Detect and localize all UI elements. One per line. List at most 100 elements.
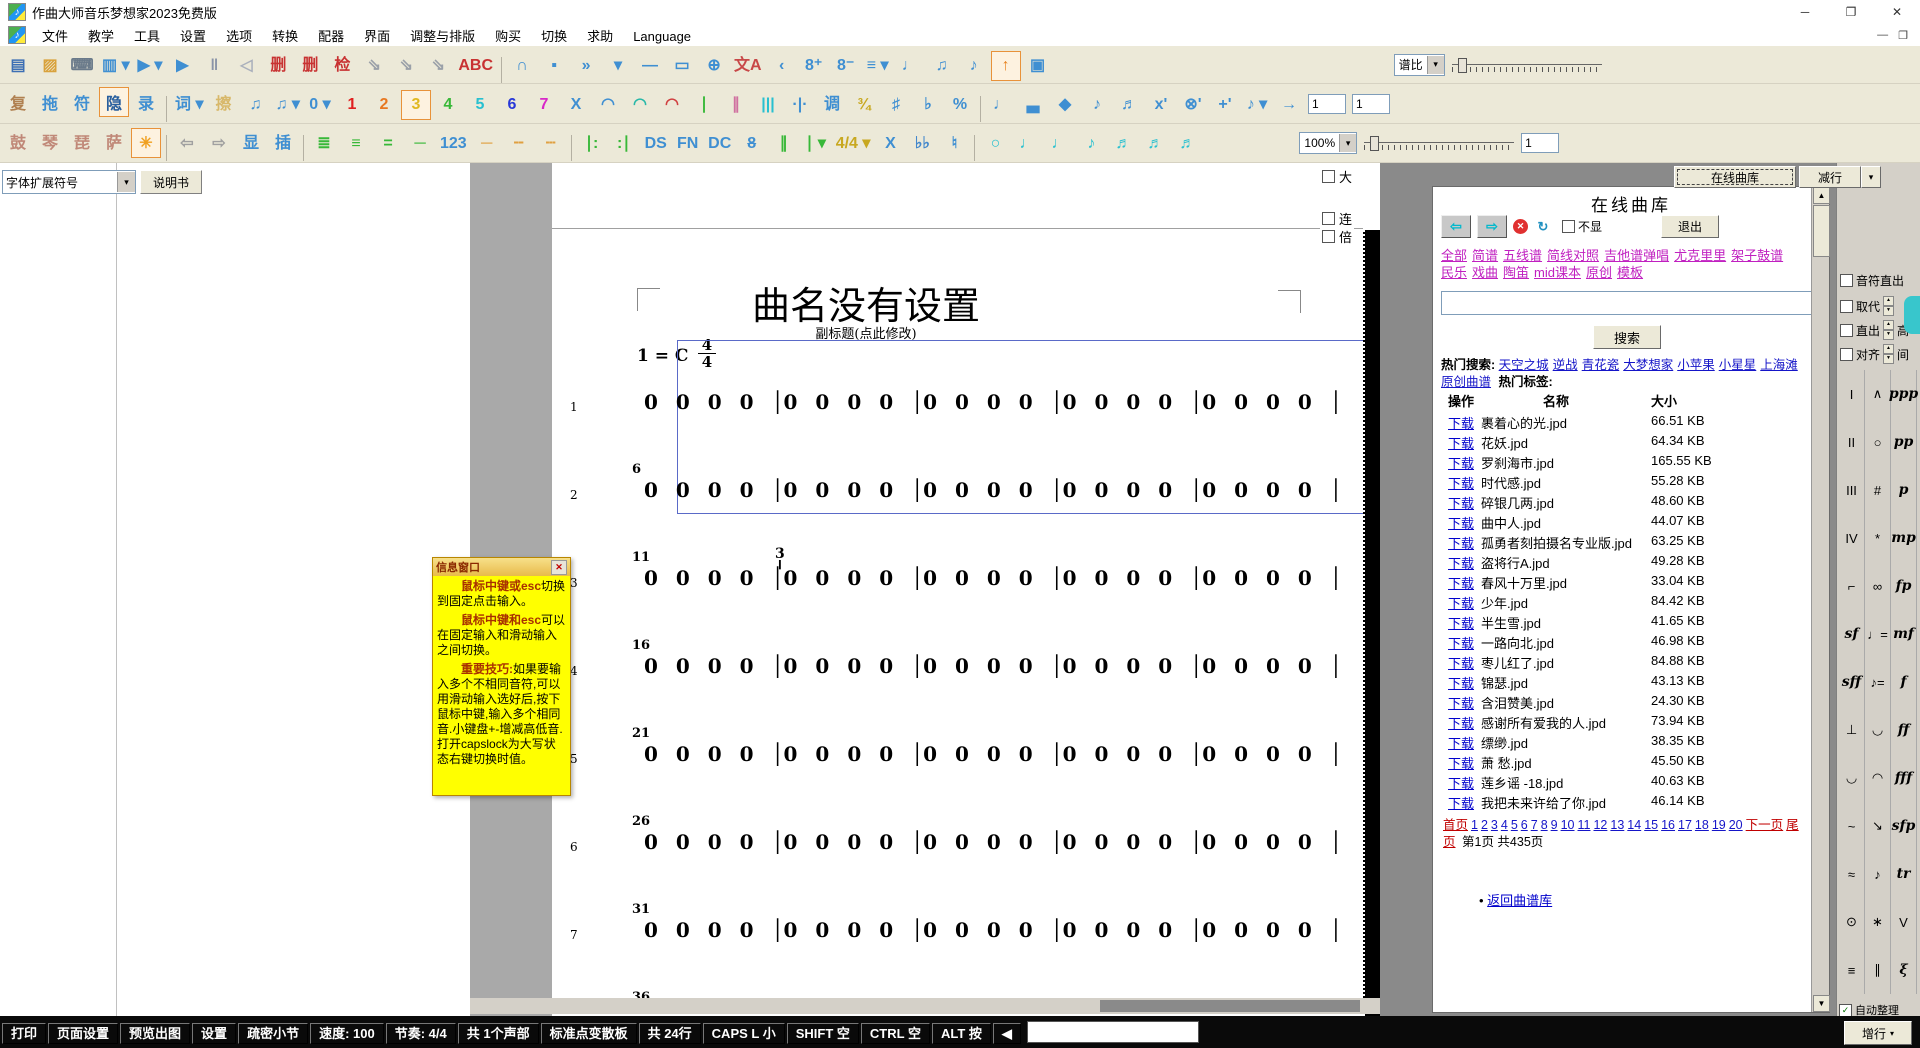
measure-rests[interactable]: 0 0 0 0 │0 0 0 0 │0 0 0 0 │0 0 0 0 │0 0 … bbox=[644, 566, 1342, 590]
page-link[interactable]: 13 bbox=[1610, 818, 1624, 832]
checkbox-icon[interactable] bbox=[1840, 300, 1853, 313]
download-link[interactable]: 下载 bbox=[1448, 753, 1474, 772]
delete-measure-icon[interactable]: 删 bbox=[295, 48, 325, 78]
page-link[interactable]: 3 bbox=[1491, 818, 1498, 832]
paste-attr3-icon[interactable]: ⇘ bbox=[423, 50, 453, 80]
measure-rests[interactable]: 0 0 0 0 │0 0 0 0 │0 0 0 0 │0 0 0 0 │0 0 … bbox=[644, 830, 1342, 854]
accent-arc-icon[interactable]: ◠ bbox=[657, 89, 687, 119]
voice-number-input[interactable]: 1 bbox=[1308, 94, 1346, 114]
show-rows-icon[interactable]: 显 bbox=[236, 126, 266, 156]
status-segment[interactable]: 节奏: 4/4 bbox=[386, 1023, 456, 1044]
repeat-end-icon[interactable]: :∣ bbox=[609, 128, 639, 158]
interval-three[interactable]: III bbox=[1839, 466, 1865, 514]
score-system[interactable]: 4 16 0 0 0 0 │0 0 0 0 │0 0 0 0 │0 0 0 0 … bbox=[566, 616, 1356, 704]
download-link[interactable]: 下载 bbox=[1448, 433, 1474, 452]
status-segment[interactable]: ALT 按 bbox=[932, 1023, 991, 1044]
quarter-note-icon[interactable]: ♩ bbox=[895, 51, 925, 81]
category-link[interactable]: 简线对照 bbox=[1547, 248, 1599, 263]
hot-search-link[interactable]: 逆战 bbox=[1553, 358, 1578, 372]
note-quarter-icon[interactable]: ♩ bbox=[986, 90, 1016, 120]
category-link[interactable]: 尤克里里 bbox=[1674, 248, 1726, 263]
library-scrollbar[interactable]: ▲ ▼ bbox=[1811, 187, 1829, 1012]
saxophone-icon[interactable]: 萨 bbox=[99, 126, 129, 156]
page-link[interactable]: 17 bbox=[1678, 818, 1692, 832]
squiggle-mark[interactable]: ξ bbox=[1891, 946, 1917, 994]
checkbox-large[interactable]: 大 bbox=[1320, 166, 1354, 187]
toolbar-button[interactable] bbox=[166, 96, 167, 122]
score-ratio-slider[interactable] bbox=[1452, 56, 1602, 74]
rewind-icon[interactable]: ◁ bbox=[231, 50, 261, 80]
page-link[interactable]: 14 bbox=[1627, 818, 1641, 832]
lyrics-icon[interactable]: 词 ▾ bbox=[172, 87, 206, 117]
toolbar-button[interactable] bbox=[166, 135, 167, 161]
score-title[interactable]: 曲名没有设置 bbox=[750, 275, 982, 330]
interval-four[interactable]: IV bbox=[1839, 514, 1865, 562]
font-extension-combo[interactable]: 字体扩展符号 ▾ bbox=[2, 170, 136, 194]
beam-pair-icon[interactable]: ♫ bbox=[240, 90, 270, 120]
download-link[interactable]: 下载 bbox=[1448, 413, 1474, 432]
score-system[interactable]: 2 6 0 0 0 0 │0 0 0 0 │0 0 0 0 │0 0 0 0 │… bbox=[566, 440, 1356, 528]
download-link[interactable]: 下载 bbox=[1448, 493, 1474, 512]
toolbar-button[interactable] bbox=[980, 96, 981, 122]
checkbox-icon[interactable] bbox=[1840, 348, 1853, 361]
menu-item[interactable]: 求助 bbox=[577, 29, 623, 44]
time-34-icon[interactable]: ¾ bbox=[849, 90, 879, 120]
download-link[interactable]: 下载 bbox=[1448, 673, 1474, 692]
status-segment[interactable]: 共 1个声部 bbox=[458, 1023, 539, 1044]
rest-block-icon[interactable]: ▃ bbox=[1018, 89, 1048, 119]
exit-button[interactable]: 退出 bbox=[1661, 215, 1719, 238]
paste-attr-icon[interactable]: ⇘ bbox=[359, 50, 389, 80]
flag-note-menu-icon[interactable]: ♪ ▾ bbox=[1242, 89, 1272, 119]
page-link[interactable]: 6 bbox=[1521, 818, 1528, 832]
save-icon[interactable]: ▤ bbox=[3, 50, 33, 80]
trill-wave[interactable]: ≈ bbox=[1839, 850, 1865, 898]
toolbar-button[interactable] bbox=[303, 135, 304, 161]
category-link[interactable]: 民乐 bbox=[1441, 265, 1467, 280]
lyrics-abc-icon[interactable]: ABC bbox=[455, 51, 496, 81]
zoom-slider[interactable] bbox=[1364, 134, 1514, 152]
insert-icon[interactable]: 插 bbox=[268, 126, 298, 156]
note-direct-checkbox[interactable]: 音符直出 bbox=[1840, 272, 1904, 289]
download-link[interactable]: 下载 bbox=[1448, 593, 1474, 612]
measure-rests[interactable]: 0 0 0 0 │0 0 0 0 │0 0 0 0 │0 0 0 0 │0 0 … bbox=[644, 654, 1342, 678]
prev-marker-icon[interactable]: ‹ bbox=[767, 51, 797, 81]
text-tool-icon[interactable]: 文A bbox=[731, 48, 765, 78]
final-barline-icon[interactable]: ∥ bbox=[769, 128, 799, 158]
refresh-icon[interactable]: ↻ bbox=[1534, 219, 1552, 235]
note-move-icon[interactable]: 符 bbox=[67, 87, 97, 117]
digit-0-icon[interactable]: 0 ▾ bbox=[305, 89, 335, 119]
double-barline-icon[interactable]: ∥ bbox=[721, 89, 751, 119]
download-link[interactable]: 下载 bbox=[1448, 513, 1474, 532]
category-link[interactable]: 模板 bbox=[1617, 265, 1643, 280]
play-from-cursor-icon[interactable]: ▶ bbox=[167, 50, 197, 80]
minimize-icon[interactable]: ─ bbox=[1782, 0, 1828, 24]
bracket-line[interactable]: ⌐ bbox=[1839, 562, 1865, 610]
category-link[interactable]: 原创 bbox=[1586, 265, 1612, 280]
page-link[interactable]: 16 bbox=[1661, 818, 1675, 832]
checkbox-icon[interactable] bbox=[1840, 274, 1853, 287]
equalizer-icon[interactable]: ||| bbox=[753, 90, 783, 120]
status-segment[interactable]: SHIFT 空 bbox=[787, 1023, 859, 1044]
horizontal-scrollbar[interactable] bbox=[470, 998, 1380, 1014]
download-link[interactable]: 下载 bbox=[1448, 713, 1474, 732]
slider-thumb[interactable] bbox=[1458, 58, 1467, 73]
mordent-mark[interactable]: ∞ bbox=[1865, 562, 1891, 610]
page-link[interactable]: 1 bbox=[1471, 818, 1478, 832]
download-link[interactable]: 下载 bbox=[1448, 633, 1474, 652]
menu-item[interactable]: 选项 bbox=[216, 29, 262, 44]
menu-item[interactable]: 教学 bbox=[78, 29, 124, 44]
scroll-up-icon[interactable]: ▲ bbox=[1813, 187, 1830, 204]
snowflake-mark[interactable]: ∗ bbox=[1865, 898, 1891, 946]
staccato-dot-icon[interactable]: ▪ bbox=[539, 51, 569, 81]
zoom-combo[interactable]: 100% ▾ bbox=[1299, 132, 1357, 154]
hide-icon[interactable]: 隐 bbox=[99, 87, 129, 117]
menu-item[interactable]: 转换 bbox=[262, 29, 308, 44]
hot-search-link[interactable]: 上海滩 bbox=[1760, 358, 1798, 372]
slur-icon[interactable]: ◠ bbox=[625, 89, 655, 119]
check-score-icon[interactable]: 检 bbox=[327, 48, 357, 78]
toolbar-button[interactable] bbox=[974, 135, 975, 161]
ornament-mark[interactable]: * bbox=[1865, 514, 1891, 562]
dal-segno-icon[interactable]: DS bbox=[641, 129, 671, 159]
dash-double-icon[interactable]: ╌ bbox=[504, 128, 534, 158]
delete-note-icon[interactable]: 删 bbox=[263, 48, 293, 78]
